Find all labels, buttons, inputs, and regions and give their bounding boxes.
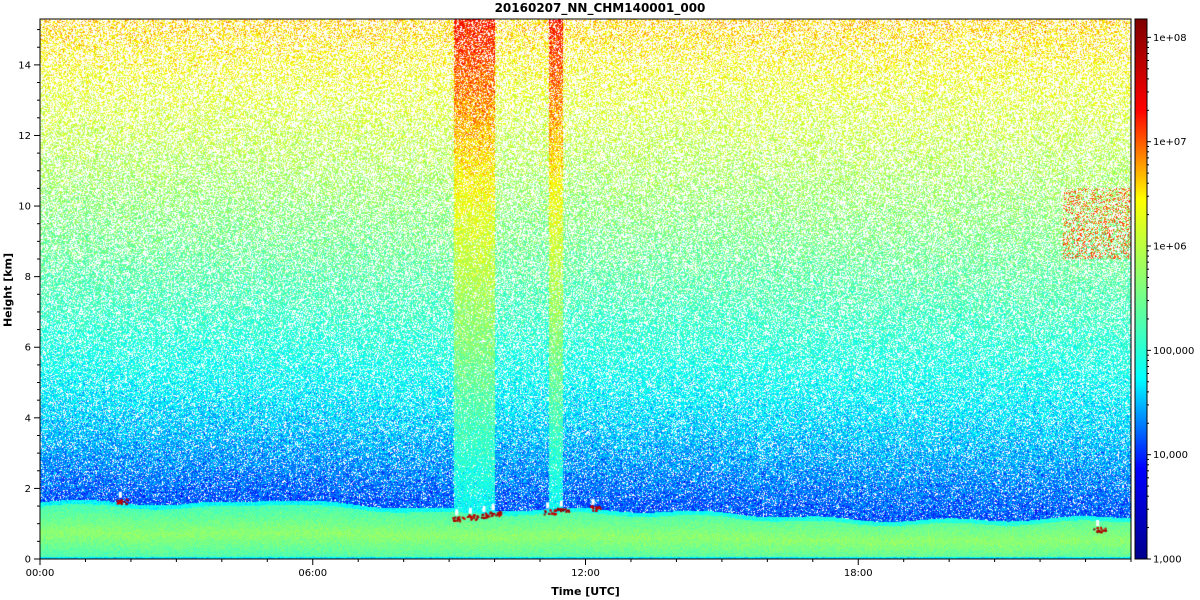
chart-axes: 00:00 06:00 12:00 18:00 0 2 4 6 8 10 12 14 1,000 10… [18,18,1194,579]
colorbar-tick-label: 100,000 [1153,346,1194,357]
x-tick-label: 12:00 [571,568,600,579]
x-tick-label: 18:00 [844,568,873,579]
y-axis: 0 2 4 6 8 10 12 14 [18,29,40,566]
x-axis-title: Time [UTC] [551,585,620,598]
y-tick-label: 10 [18,202,31,213]
x-axis: 00:00 06:00 12:00 18:00 [26,559,1132,579]
y-tick-label: 0 [25,555,31,566]
colorbar-tick-label: 1,000 [1153,555,1182,566]
colorbar-tick-label: 1e+06 [1153,242,1187,253]
plot-frame [39,18,1132,560]
y-tick-label: 8 [25,272,31,283]
colorbar-axis: 1,000 10,000 100,000 1e+06 1e+07 1e+08 [1147,33,1194,566]
ceilometer-chart: 20160207_NN_CHM140001_000 00:00 06:00 12:0… [0,0,1200,600]
y-tick-label: 6 [25,343,31,354]
y-tick-label: 2 [25,484,31,495]
x-tick-label: 00:00 [26,568,55,579]
y-tick-label: 14 [18,60,31,71]
colorbar-tick-label: 1e+08 [1153,33,1187,44]
x-tick-label: 06:00 [298,568,327,579]
y-tick-label: 4 [25,413,31,424]
colorbar-tick-label: 10,000 [1153,450,1188,461]
colorbar-frame [1134,18,1148,560]
colorbar-tick-label: 1e+07 [1153,137,1187,148]
y-axis-title: Height [km] [1,252,15,328]
y-tick-label: 12 [18,131,31,142]
